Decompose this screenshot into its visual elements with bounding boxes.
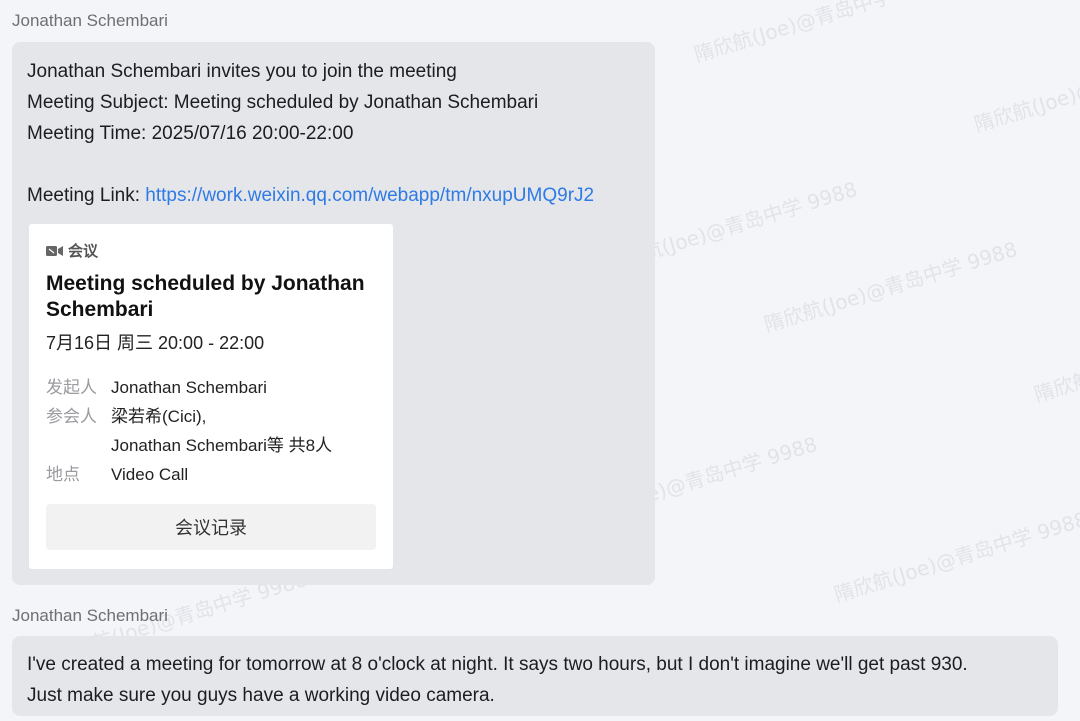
- card-time: 7月16日 周三 20:00 - 22:00: [46, 333, 265, 353]
- watermark-text: 隋欣航(Joe)@青岛中学 9988: [971, 37, 1080, 137]
- card-details: 发起人 Jonathan Schembari 参会人 梁若希(Cici), Jo…: [46, 373, 376, 489]
- card-title: Meeting scheduled by Jonathan Schembari: [46, 272, 365, 321]
- attendees-value: 梁若希(Cici), Jonathan Schembari等 共8人: [111, 402, 332, 460]
- message-line: Just make sure you guys have a working v…: [27, 685, 495, 706]
- attendees-line: Jonathan Schembari等 共8人: [111, 436, 333, 455]
- meeting-record-button[interactable]: 会议记录: [46, 504, 376, 550]
- watermark-text: 隋欣航(Joe)@青岛中学 9988: [1031, 307, 1080, 407]
- card-type-label: 会议: [68, 243, 99, 260]
- watermark-text: 隋欣航(Joe)@青岛中学 9988: [761, 236, 1020, 337]
- organizer-label: 发起人: [46, 378, 97, 397]
- organizer-row: 发起人 Jonathan Schembari: [46, 373, 376, 402]
- meeting-link[interactable]: https://work.weixin.qq.com/webapp/tm/nxu…: [145, 185, 594, 206]
- attendees-line: 梁若希(Cici),: [111, 407, 207, 426]
- location-label: 地点: [46, 465, 80, 484]
- meeting-subject-line: Meeting Subject: Meeting scheduled by Jo…: [27, 92, 539, 113]
- sender-name: Jonathan Schembari: [12, 606, 168, 625]
- invite-line: Jonathan Schembari invites you to join t…: [27, 61, 457, 82]
- organizer-value: Jonathan Schembari: [111, 378, 267, 397]
- message-bubble-text[interactable]: I've created a meeting for tomorrow at 8…: [12, 636, 1058, 716]
- meeting-link-label: Meeting Link:: [27, 185, 146, 206]
- meeting-card[interactable]: 会议 Meeting scheduled by Jonathan Schemba…: [29, 224, 393, 569]
- location-value: Video Call: [111, 465, 189, 484]
- watermark-text: 隋欣航(Joe)@青岛中学 9988: [831, 506, 1080, 607]
- message-bubble-invite[interactable]: Jonathan Schembari invites you to join t…: [12, 42, 655, 585]
- watermark-text: 隋欣航(Joe)@青岛中学 9988: [691, 0, 950, 67]
- card-header: 会议: [46, 240, 376, 261]
- sender-name: Jonathan Schembari: [12, 11, 168, 30]
- attendees-row: 参会人 梁若希(Cici), Jonathan Schembari等 共8人: [46, 402, 376, 460]
- meeting-link-line: Meeting Link: https://work.weixin.qq.com…: [27, 180, 640, 211]
- meeting-time-line: Meeting Time: 2025/07/16 20:00-22:00: [27, 123, 354, 144]
- message-line: I've created a meeting for tomorrow at 8…: [27, 654, 968, 675]
- attendees-label: 参会人: [46, 407, 97, 426]
- location-row: 地点 Video Call: [46, 460, 376, 489]
- video-camera-icon: [46, 245, 63, 256]
